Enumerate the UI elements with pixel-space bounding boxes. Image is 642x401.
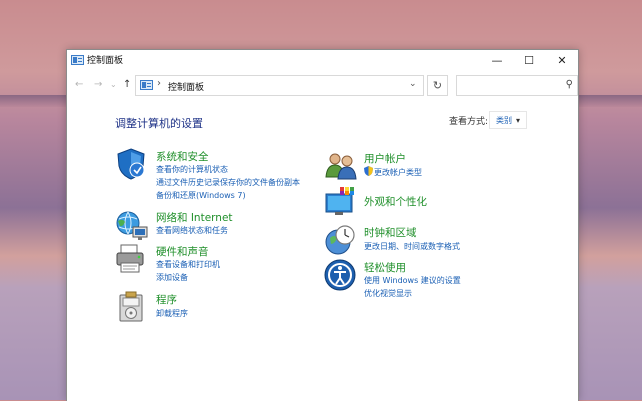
category-title[interactable]: 系统和安全 — [156, 149, 209, 164]
link-change-account-type[interactable]: 更改帐户类型 — [374, 167, 422, 178]
category-title[interactable]: 网络和 Internet — [156, 210, 233, 225]
view-by-dropdown[interactable]: 类别 ▾ — [489, 111, 528, 129]
users-icon[interactable] — [324, 150, 358, 182]
recent-locations-button[interactable]: ⌄ — [110, 80, 117, 89]
page-title: 调整计算机的设置 — [115, 117, 203, 130]
search-icon[interactable]: ⚲ — [566, 79, 573, 90]
category-hardware-sound: 硬件和声音 查看设备和打印机 添加设备 — [115, 243, 325, 283]
title-bar[interactable]: 控制面板 — ☐ ✕ — [67, 50, 578, 71]
address-dropdown-icon[interactable]: ⌄ — [409, 79, 417, 89]
shield-icon[interactable] — [115, 148, 149, 180]
category-programs: 程序 卸载程序 — [115, 291, 325, 323]
up-button[interactable]: ↑ — [123, 79, 131, 90]
category-title[interactable]: 程序 — [156, 292, 177, 307]
maximize-button[interactable]: ☐ — [513, 50, 545, 71]
minimize-button[interactable]: — — [481, 50, 513, 71]
link-view-computer-status[interactable]: 查看你的计算机状态 — [156, 164, 228, 175]
category-appearance: 外观和个性化 — [324, 186, 524, 218]
category-clock-region: 时钟和区域 更改日期、时间或数字格式 — [324, 224, 544, 256]
link-devices-printers[interactable]: 查看设备和打印机 — [156, 259, 220, 270]
search-input[interactable]: ⚲ — [456, 75, 578, 96]
breadcrumb-control-panel[interactable]: 控制面板 — [168, 80, 204, 93]
control-panel-app-icon — [71, 55, 84, 65]
link-optimize-visual-display[interactable]: 优化视觉显示 — [364, 288, 412, 299]
address-bar[interactable]: › 控制面板 ⌄ — [135, 75, 424, 96]
link-add-device[interactable]: 添加设备 — [156, 272, 188, 283]
link-file-history[interactable]: 通过文件历史记录保存你的文件备份副本 — [156, 177, 300, 188]
control-panel-icon — [140, 80, 153, 90]
category-title[interactable]: 用户帐户 — [364, 151, 406, 166]
accessibility-icon[interactable] — [324, 259, 358, 291]
close-button[interactable]: ✕ — [546, 50, 578, 71]
link-backup-restore[interactable]: 备份和还原(Windows 7) — [156, 190, 246, 201]
forward-button[interactable]: → — [94, 79, 102, 90]
printer-icon[interactable] — [115, 243, 149, 275]
appearance-icon[interactable] — [324, 186, 358, 218]
chevron-down-icon[interactable]: ▾ — [516, 116, 520, 125]
uac-shield-icon — [364, 166, 373, 176]
link-network-status[interactable]: 查看网络状态和任务 — [156, 225, 228, 236]
navigation-bar: ← → ⌄ ↑ › 控制面板 ⌄ ↻ ⚲ — [67, 71, 578, 99]
programs-icon[interactable] — [115, 291, 149, 323]
control-panel-window: 控制面板 — ☐ ✕ ← → ⌄ ↑ › 控制面板 ⌄ ↻ ⚲ 调整计算机的设置… — [66, 49, 579, 401]
link-uninstall-program[interactable]: 卸载程序 — [156, 308, 188, 319]
link-change-date-time-format[interactable]: 更改日期、时间或数字格式 — [364, 241, 460, 252]
refresh-button[interactable]: ↻ — [427, 75, 448, 96]
category-network-internet: 网络和 Internet 查看网络状态和任务 — [115, 209, 325, 241]
view-by-value[interactable]: 类别 — [496, 115, 512, 126]
view-by-label: 查看方式: — [449, 117, 489, 127]
category-user-accounts: 用户帐户 更改帐户类型 — [324, 150, 524, 180]
network-globe-icon[interactable] — [115, 209, 149, 241]
category-title[interactable]: 外观和个性化 — [364, 194, 427, 209]
window-title: 控制面板 — [87, 56, 124, 66]
category-title[interactable]: 硬件和声音 — [156, 244, 209, 259]
back-button[interactable]: ← — [75, 79, 83, 90]
link-use-recommended-settings[interactable]: 使用 Windows 建议的设置 — [364, 275, 461, 286]
category-system-security: 系统和安全 查看你的计算机状态 通过文件历史记录保存你的文件备份副本 备份和还原… — [115, 148, 325, 201]
clock-globe-icon[interactable] — [324, 224, 358, 256]
category-ease-of-access: 轻松使用 使用 Windows 建议的设置 优化视觉显示 — [324, 259, 544, 299]
breadcrumb-separator[interactable]: › — [157, 78, 161, 89]
category-title[interactable]: 时钟和区域 — [364, 225, 417, 240]
category-title[interactable]: 轻松使用 — [364, 260, 406, 275]
